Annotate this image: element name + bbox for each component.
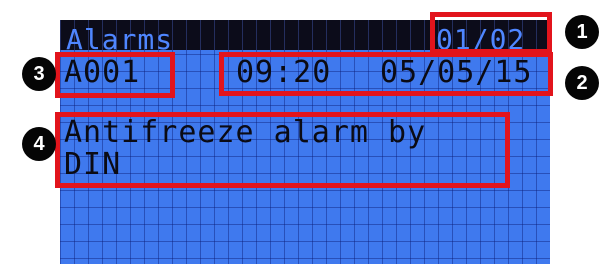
screen-title: Alarms: [66, 23, 174, 56]
callout-box-alarm-code: [55, 52, 175, 98]
callout-box-description: [55, 112, 510, 188]
callout-badge-4: 4: [22, 127, 56, 161]
callout-box-page-indicator: [430, 12, 552, 54]
callout-badge-1: 1: [565, 15, 599, 49]
callout-badge-2: 2: [565, 66, 599, 100]
callout-badge-3: 3: [22, 57, 56, 91]
callout-box-time-date: [219, 52, 553, 96]
